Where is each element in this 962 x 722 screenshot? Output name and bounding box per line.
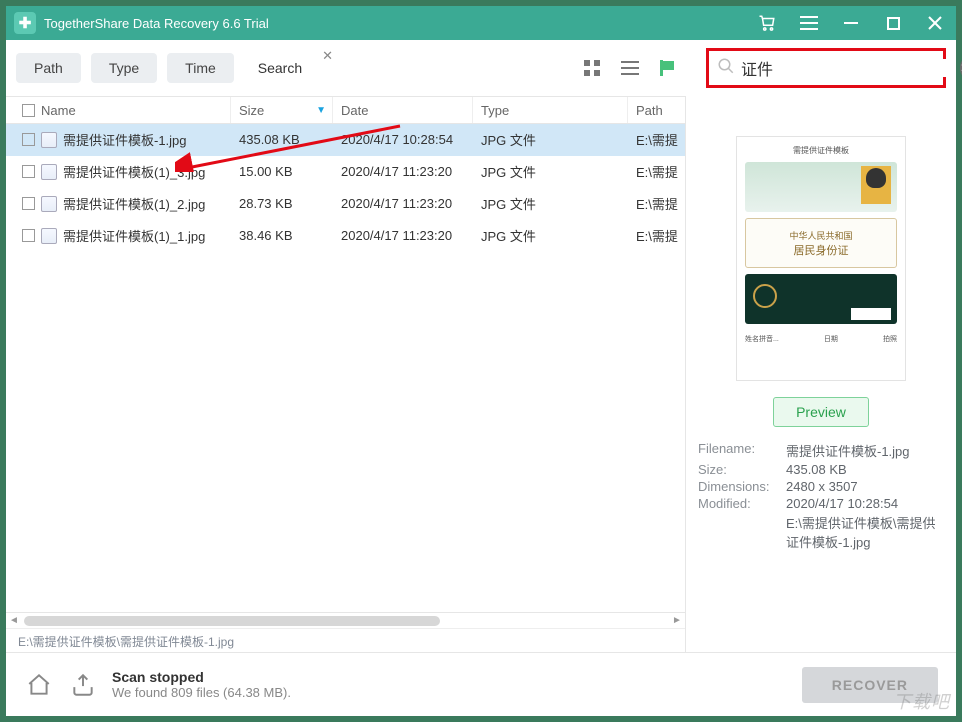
titlebar: ✚ TogetherShare Data Recovery 6.6 Trial: [6, 6, 956, 40]
breadcrumb: E:\需提供证件模板\需提供证件模板-1.jpg: [6, 628, 685, 652]
file-path: E:\需提: [628, 194, 685, 213]
row-checkbox[interactable]: [22, 133, 35, 146]
file-date: 2020/4/17 11:23:20: [333, 196, 473, 211]
maximize-button[interactable]: [872, 6, 914, 40]
table-header: Name Size▼ Date Type Path: [6, 96, 685, 124]
row-checkbox[interactable]: [22, 165, 35, 178]
file-path: E:\需提: [628, 226, 685, 245]
preview-button[interactable]: Preview: [773, 397, 869, 427]
row-checkbox[interactable]: [22, 229, 35, 242]
search-box: ✕: [706, 48, 946, 88]
toolbar: Path Type Time Search ✕ ✕: [6, 40, 956, 96]
file-date: 2020/4/17 10:28:54: [333, 132, 473, 147]
cart-icon[interactable]: [746, 6, 788, 40]
col-name[interactable]: Name: [6, 97, 231, 123]
file-name: 需提供证件模板(1)_3.jpg: [63, 162, 205, 181]
search-input[interactable]: [741, 59, 948, 77]
minimize-button[interactable]: [830, 6, 872, 40]
file-name: 需提供证件模板(1)_1.jpg: [63, 226, 205, 245]
row-checkbox[interactable]: [22, 197, 35, 210]
view-grid-icon[interactable]: [578, 54, 606, 82]
tab-time[interactable]: Time: [167, 53, 234, 83]
file-name: 需提供证件模板-1.jpg: [63, 130, 187, 149]
app-logo-icon: ✚: [14, 12, 36, 34]
table-row[interactable]: 需提供证件模板-1.jpg 435.08 KB2020/4/17 10:28:54…: [6, 124, 685, 156]
file-type: JPG 文件: [473, 162, 628, 181]
view-list-icon[interactable]: [616, 54, 644, 82]
col-size[interactable]: Size▼: [231, 97, 333, 123]
file-date: 2020/4/17 11:23:20: [333, 228, 473, 243]
select-all-checkbox[interactable]: [22, 104, 35, 117]
col-path[interactable]: Path: [628, 97, 685, 123]
table-row[interactable]: 需提供证件模板(1)_2.jpg 28.73 KB2020/4/17 11:23:…: [6, 188, 685, 220]
col-date[interactable]: Date: [333, 97, 473, 123]
file-name: 需提供证件模板(1)_2.jpg: [63, 194, 205, 213]
col-type[interactable]: Type: [473, 97, 628, 123]
tab-type[interactable]: Type: [91, 53, 157, 83]
file-icon: [41, 132, 57, 148]
horizontal-scrollbar[interactable]: ◄►: [6, 612, 685, 628]
home-icon[interactable]: [24, 670, 54, 700]
tab-path[interactable]: Path: [16, 53, 81, 83]
footer: Scan stopped We found 809 files (64.38 M…: [6, 652, 956, 716]
file-size: 28.73 KB: [231, 196, 333, 211]
sort-desc-icon: ▼: [316, 105, 326, 116]
file-size: 38.46 KB: [231, 228, 333, 243]
file-icon: [41, 164, 57, 180]
file-type: JPG 文件: [473, 130, 628, 149]
file-icon: [41, 196, 57, 212]
search-icon: [717, 57, 735, 80]
file-type: JPG 文件: [473, 194, 628, 213]
view-flag-icon[interactable]: [654, 54, 682, 82]
close-button[interactable]: [914, 6, 956, 40]
watermark: 下载吧: [893, 688, 950, 714]
table-row[interactable]: 需提供证件模板(1)_3.jpg 15.00 KB2020/4/17 11:23:…: [6, 156, 685, 188]
file-size: 15.00 KB: [231, 164, 333, 179]
file-path: E:\需提: [628, 130, 685, 149]
file-icon: [41, 228, 57, 244]
menu-icon[interactable]: [788, 6, 830, 40]
status-subtitle: We found 809 files (64.38 MB).: [112, 685, 291, 700]
table-row[interactable]: 需提供证件模板(1)_1.jpg 38.46 KB2020/4/17 11:23:…: [6, 220, 685, 252]
scroll-thumb[interactable]: [24, 616, 440, 626]
export-icon[interactable]: [68, 670, 98, 700]
preview-panel: 需提供证件模板 中华人民共和国居民身份证 姓名拼音...日期拍照 Preview…: [686, 96, 956, 652]
close-search-icon[interactable]: ✕: [322, 48, 333, 64]
tab-search[interactable]: Search: [244, 53, 316, 83]
file-date: 2020/4/17 11:23:20: [333, 164, 473, 179]
file-metadata: Filename:需提供证件模板-1.jpg Size:435.08 KB Di…: [698, 441, 944, 553]
file-size: 435.08 KB: [231, 132, 333, 147]
file-path: E:\需提: [628, 162, 685, 181]
status-title: Scan stopped: [112, 669, 291, 685]
file-type: JPG 文件: [473, 226, 628, 245]
table-body: 需提供证件模板-1.jpg 435.08 KB2020/4/17 10:28:54…: [6, 124, 685, 612]
window-title: TogetherShare Data Recovery 6.6 Trial: [44, 16, 746, 31]
preview-thumbnail: 需提供证件模板 中华人民共和国居民身份证 姓名拼音...日期拍照: [736, 136, 906, 381]
